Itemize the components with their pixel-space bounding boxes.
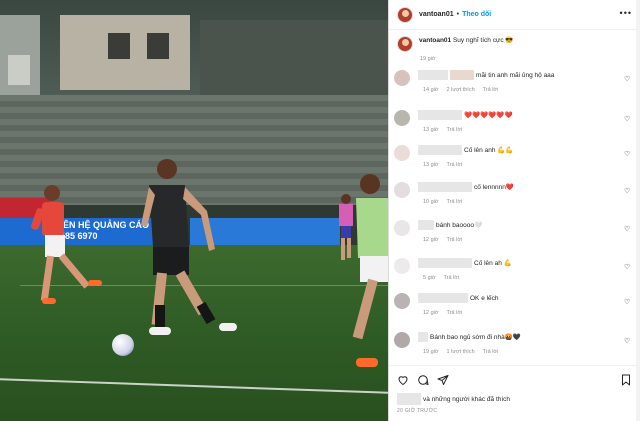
more-icon[interactable]: ••• [620,8,632,18]
caption-avatar[interactable] [397,36,413,52]
player-red-shirt [30,185,102,304]
comment-time: 12 giờ [423,310,439,316]
likes-summary[interactable]: và những người khác đã thích [397,393,510,405]
comment-item: Cố lên anh 💪💪 13 giờ Trả lời ♡ [394,143,634,177]
heart-icon[interactable]: ♡ [624,226,632,234]
comment-text: mãi tin anh mãi ủng hộ aaa [476,71,555,79]
avatar[interactable] [397,6,413,23]
comment-time: 13 giờ [423,127,439,133]
comment-item: cố lennnnn❤️ 10 giờ Trả lời ♡ [394,180,634,214]
comment-text: Bánh bao ngủ sớm đi nhà🤬🖤 [430,334,521,341]
comment-item: ❤️❤️❤️❤️❤️❤️ 13 giờ Trả lời ♡ [394,108,634,142]
post-header: vantoan01 • Theo dõi ••• [389,0,640,30]
comment-item: bánh baoooo🤍 12 giờ Trả lời ♡ [394,218,634,252]
comment-panel: vantoan01 • Theo dõi ••• vantoan01 Suy n… [389,0,640,421]
separator-dot: • [456,11,460,18]
blurred-username [418,293,468,303]
blurred-username [418,182,472,192]
follow-button[interactable]: Theo dõi [462,11,491,18]
caption: vantoan01 Suy nghĩ tích cực 😎 [397,36,513,52]
player-dark-kit [141,159,237,335]
comment-time: 19 giờ [423,349,439,355]
post-photo[interactable]: LIÊN HỆ QUẢNG CÁO 0585 6970 [0,0,389,421]
heart-icon[interactable]: ♡ [624,299,632,307]
heart-icon[interactable] [397,374,409,386]
header-username[interactable]: vantoan01 [419,11,454,18]
commenter-avatar[interactable] [394,293,410,309]
commenter-avatar[interactable] [394,258,410,274]
caption-time: 19 giờ [420,56,436,62]
commenter-avatar[interactable] [394,220,410,236]
instagram-post: LIÊN HỆ QUẢNG CÁO 0585 6970 vantoan01 • … [0,0,640,421]
reply-button[interactable]: Trả lời [483,349,499,355]
reply-button[interactable]: Trả lời [443,275,459,281]
heart-icon[interactable]: ♡ [624,338,632,346]
comment-time: 14 giờ [423,87,439,93]
comment-text: OK e lếch [470,294,499,302]
comment-time: 5 giờ [423,275,436,281]
player-pink [339,194,353,260]
likes-text: và những người khác đã thích [423,395,511,403]
heart-icon[interactable]: ♡ [624,116,632,124]
reply-button[interactable]: Trả lời [447,162,463,168]
caption-username[interactable]: vantoan01 [419,37,451,44]
heart-icon[interactable]: ♡ [624,264,632,272]
comment-text: ❤️❤️❤️❤️❤️❤️ [464,112,513,119]
blurred-username [418,145,462,155]
comment-text: cố lennnnn❤️ [474,184,514,191]
bookmark-icon[interactable] [620,374,632,386]
comment-item: Cố lên ah 💪 5 giờ Trả lời ♡ [394,256,634,290]
post-timestamp: 20 GIỜ TRƯỚC [397,408,438,414]
reply-button[interactable]: Trả lời [447,310,463,316]
commenter-avatar[interactable] [394,182,410,198]
comment-text: Cố lên ah 💪 [474,260,512,267]
heart-icon[interactable]: ♡ [624,188,632,196]
scrollbar[interactable] [636,0,640,421]
blurred-username [418,70,448,80]
comment-icon[interactable] [417,374,429,386]
commenter-avatar[interactable] [394,332,410,348]
comment-item: Bánh bao ngủ sớm đi nhà🤬🖤 19 giờ 1 lượt t… [394,330,634,364]
commenter-avatar[interactable] [394,145,410,161]
blurred-liker [397,393,421,405]
comment-text: bánh baoooo🤍 [436,222,483,229]
reply-button[interactable]: Trả lời [447,199,463,205]
reply-button[interactable]: Trả lời [447,237,463,243]
comment-likes[interactable]: 1 lượt thích [447,349,475,355]
blurred-username [418,110,462,120]
share-icon[interactable] [437,374,449,386]
blurred-username [418,332,428,342]
reply-button[interactable]: Trả lời [483,87,499,93]
comment-time: 10 giờ [423,199,439,205]
caption-text: Suy nghĩ tích cực 😎 [452,37,514,44]
commenter-avatar[interactable] [394,70,410,86]
commenter-avatar[interactable] [394,110,410,126]
blurred-username [418,258,472,268]
action-bar: và những người khác đã thích 20 GIỜ TRƯỚ… [389,365,640,421]
blurred-username [418,220,434,230]
comment-item: OK e lếch 12 giờ Trả lời ♡ [394,291,634,325]
reply-button[interactable]: Trả lời [447,127,463,133]
heart-icon[interactable]: ♡ [624,76,632,84]
comment-likes[interactable]: 2 lượt thích [447,87,475,93]
comment-time: 12 giờ [423,237,439,243]
comment-text: Cố lên anh 💪💪 [464,147,514,154]
football [112,334,134,356]
heart-icon[interactable]: ♡ [624,151,632,159]
comment-time: 13 giờ [423,162,439,168]
comment-item: mãi tin anh mãi ủng hộ aaa 14 giờ 2 lượt … [394,68,634,102]
